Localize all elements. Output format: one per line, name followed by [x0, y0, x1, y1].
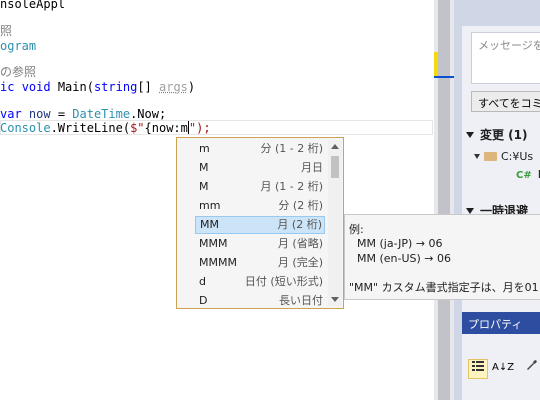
- completion-item[interactable]: D 長い日付: [195, 292, 325, 310]
- repo-path-label: C:¥Us: [501, 150, 534, 163]
- item-key: MMMM: [199, 256, 237, 269]
- code-token: ic: [0, 80, 22, 94]
- code-token: string: [93, 80, 138, 94]
- code-token: の参照: [0, 65, 37, 79]
- code-token: Console: [0, 121, 51, 135]
- code-token: now: [28, 107, 51, 121]
- scroll-up-arrow-icon[interactable]: [331, 144, 339, 149]
- item-key: MMM: [199, 237, 228, 250]
- item-desc: 長い日付: [279, 294, 323, 307]
- code-token: ");: [188, 121, 211, 135]
- item-key: M: [199, 180, 209, 193]
- completion-item[interactable]: d 日付 (短い形式): [195, 273, 325, 291]
- item-desc: 分 (2 桁): [278, 199, 323, 212]
- panel-header-bar: [462, 0, 540, 26]
- expand-triangle-icon[interactable]: [474, 154, 480, 159]
- code-line-1[interactable]: nsoleAppl: [0, 0, 65, 12]
- code-line-7[interactable]: Console.WriteLine($"{now:m");: [0, 120, 211, 136]
- csharp-file-icon: C#: [516, 170, 532, 181]
- changed-file-row[interactable]: C#Pr: [516, 168, 540, 181]
- item-key: d: [199, 275, 206, 288]
- item-key: M: [199, 161, 209, 174]
- code-token: var: [0, 107, 29, 121]
- code-token: Main: [57, 80, 87, 94]
- code-token: ): [187, 80, 196, 94]
- item-key: D: [199, 294, 208, 307]
- tooltip-example: MM (en-US) → 06: [357, 252, 452, 265]
- wrench-icon[interactable]: [522, 359, 540, 379]
- item-key: m: [199, 142, 210, 155]
- sort-alphabetical-icon[interactable]: A↓Z: [492, 359, 514, 379]
- code-token: void: [21, 80, 58, 94]
- item-key: MM: [200, 218, 219, 231]
- code-token: args: [159, 80, 188, 94]
- popup-scrollbar[interactable]: [328, 140, 342, 306]
- item-desc: 月 (省略): [277, 237, 323, 250]
- collapse-triangle-icon[interactable]: [466, 132, 474, 138]
- intellisense-popup: m分 (1 - 2 桁) M 月日 M月 (1 - 2 桁) mm 分 (2 桁) …: [176, 137, 344, 309]
- completion-item[interactable]: m 分 (1 - 2 桁): [195, 140, 325, 158]
- item-desc: 月 (1 - 2 桁): [260, 180, 323, 193]
- commit-message-input[interactable]: メッセージを入力: [471, 32, 540, 84]
- item-desc: 月日: [301, 161, 323, 174]
- commit-all-button[interactable]: すべてをコミット: [471, 91, 540, 112]
- code-token: DateTime: [72, 107, 131, 121]
- tooltip-description: "MM" カスタム書式指定子は、月を01 から: [349, 281, 540, 294]
- completion-item[interactable]: M 月日: [195, 159, 325, 177]
- code-token: $": [130, 121, 145, 135]
- scrollbar-caret-marker: [434, 76, 454, 78]
- popup-scrollbar-thumb[interactable]: [331, 156, 339, 178]
- scrollbar-change-marker: [434, 52, 438, 78]
- repo-path-row[interactable]: C:¥Us: [474, 150, 533, 163]
- code-line-5[interactable]: ic void Main(string[] args): [0, 79, 195, 95]
- code-line-4[interactable]: の参照: [0, 64, 36, 80]
- code-token: {now:m: [144, 121, 188, 135]
- item-desc: 分 (1 - 2 桁): [260, 142, 323, 155]
- item-desc: 月 (完全): [277, 256, 323, 269]
- code-token: .Now;: [130, 107, 167, 121]
- git-changes-panel: メッセージを入力 すべてをコミット 変更 (1) C:¥Us C#Pr 一時退避…: [462, 0, 540, 400]
- code-line-2[interactable]: 照: [0, 23, 12, 39]
- properties-title-bar: プロパティ: [462, 312, 540, 334]
- code-token: []: [137, 80, 159, 94]
- code-line-3[interactable]: ogram: [0, 38, 36, 54]
- editor-vertical-scrollbar[interactable]: [434, 0, 454, 400]
- completion-item[interactable]: MMMM 月 (完全): [195, 254, 325, 272]
- properties-title: プロパティ: [468, 318, 523, 331]
- format-tooltip: 例: MM (ja-JP) → 06 MM (en-US) → 06 "MM" …: [344, 214, 540, 300]
- code-token: 照: [0, 24, 13, 38]
- item-key: mm: [199, 199, 221, 212]
- panel-splitter[interactable]: [454, 0, 462, 400]
- scrollbar-thumb[interactable]: [438, 0, 450, 400]
- code-token: =: [50, 107, 73, 121]
- categorized-view-icon[interactable]: [468, 359, 488, 379]
- changes-section-header[interactable]: 変更 (1): [466, 126, 528, 143]
- properties-toolbar: A↓Z: [462, 356, 540, 382]
- completion-item[interactable]: mm 分 (2 桁): [195, 197, 325, 215]
- completion-item[interactable]: M 月 (1 - 2 桁): [195, 178, 325, 196]
- item-desc: 月 (2 桁): [277, 218, 322, 231]
- item-desc: 日付 (短い形式): [244, 275, 323, 288]
- tooltip-heading: 例:: [349, 223, 364, 236]
- code-token: ogram: [0, 39, 37, 53]
- scroll-down-arrow-icon[interactable]: [331, 297, 339, 302]
- code-token: nsoleAppl: [0, 0, 66, 11]
- tooltip-example: MM (ja-JP) → 06: [357, 237, 443, 250]
- folder-icon: [484, 152, 497, 161]
- code-token: .WriteLine(: [50, 121, 131, 135]
- completion-item-selected[interactable]: MM 月 (2 桁): [195, 216, 325, 234]
- completion-item[interactable]: MMM 月 (省略): [195, 235, 325, 253]
- code-token: (: [86, 80, 94, 94]
- changes-title: 変更 (1): [480, 128, 528, 142]
